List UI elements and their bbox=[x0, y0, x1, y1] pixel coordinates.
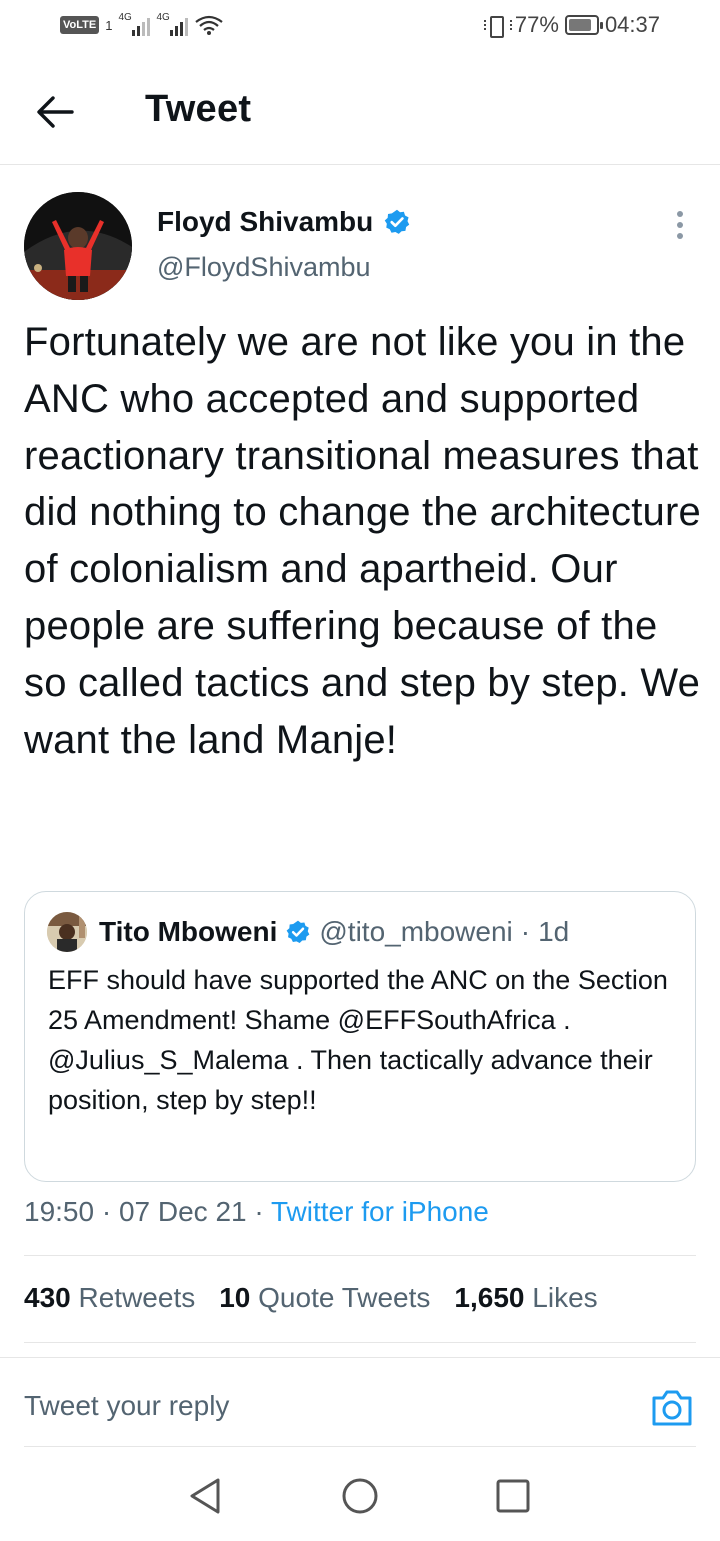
quoted-tweet-header: Tito Mboweni @tito_mboweni · 1d bbox=[47, 912, 569, 952]
nav-recents-button[interactable] bbox=[493, 1476, 533, 1516]
tweet-text: Fortunately we are not like you in the A… bbox=[24, 320, 701, 762]
camera-button[interactable] bbox=[650, 1388, 694, 1428]
tweet-source-link[interactable]: Twitter for iPhone bbox=[271, 1196, 489, 1227]
system-nav-bar bbox=[0, 1448, 720, 1541]
avatar-image bbox=[24, 192, 132, 300]
signal-icon: 4G bbox=[118, 12, 151, 36]
nav-recents-icon bbox=[496, 1479, 530, 1513]
quoted-author-avatar bbox=[47, 912, 87, 952]
divider bbox=[24, 1342, 696, 1343]
reply-input[interactable]: Tweet your reply bbox=[24, 1390, 229, 1422]
tweet-time: 19:50 bbox=[24, 1196, 95, 1227]
network-type-2: 4G bbox=[156, 12, 170, 23]
verified-badge-icon bbox=[385, 209, 410, 234]
separator-dot: · bbox=[101, 1196, 112, 1227]
nav-back-icon bbox=[190, 1478, 220, 1514]
verified-badge-icon bbox=[286, 920, 310, 944]
top-app-bar: Tweet bbox=[0, 54, 720, 165]
back-arrow-icon bbox=[37, 96, 74, 128]
quoted-author-handle: @tito_mboweni bbox=[319, 916, 513, 947]
quote-tweets-count: 10 bbox=[219, 1282, 251, 1313]
status-left: VoLTE 1 4G 4G bbox=[60, 12, 224, 36]
volte-icon: VoLTE bbox=[60, 16, 100, 34]
status-right: 77% 04:37 bbox=[483, 12, 660, 38]
divider bbox=[24, 1255, 696, 1256]
retweets-count: 430 bbox=[24, 1282, 71, 1313]
battery-icon bbox=[564, 15, 603, 35]
retweets-stat[interactable]: 430 Retweets bbox=[24, 1282, 195, 1314]
quoted-tweet-text: EFF should have supported the ANC on the… bbox=[48, 965, 668, 1115]
separator-dot: · bbox=[520, 916, 531, 947]
likes-stat[interactable]: 1,650 Likes bbox=[454, 1282, 597, 1314]
quoted-tweet-card[interactable]: Tito Mboweni @tito_mboweni · 1d EFF shou… bbox=[24, 891, 696, 1182]
author-name[interactable]: Floyd Shivambu bbox=[157, 206, 373, 238]
battery-percent: 77% bbox=[514, 12, 559, 37]
author-handle[interactable]: @FloydShivambu bbox=[157, 252, 371, 283]
quoted-tweet-age: 1d bbox=[538, 916, 570, 947]
vibrate-icon bbox=[483, 14, 512, 38]
quote-tweets-label: Quote Tweets bbox=[258, 1282, 431, 1313]
nav-home-icon bbox=[342, 1478, 378, 1514]
tweet-stats: 430 Retweets 10 Quote Tweets 1,650 Likes bbox=[24, 1282, 598, 1314]
camera-icon bbox=[652, 1390, 692, 1426]
quote-tweets-stat[interactable]: 10 Quote Tweets bbox=[219, 1282, 430, 1314]
quoted-author-name: Tito Mboweni bbox=[99, 916, 278, 947]
back-button[interactable] bbox=[30, 87, 80, 137]
more-options-icon[interactable] bbox=[664, 206, 696, 244]
separator-dot: · bbox=[254, 1196, 264, 1227]
retweets-label: Retweets bbox=[78, 1282, 196, 1313]
author-avatar[interactable] bbox=[24, 192, 132, 300]
page-title: Tweet bbox=[145, 88, 252, 130]
nav-back-button[interactable] bbox=[186, 1476, 226, 1516]
sim-number: 1 bbox=[105, 17, 113, 33]
network-type-1: 4G bbox=[118, 12, 132, 23]
tweet-meta: 19:50 · 07 Dec 21 · Twitter for iPhone bbox=[24, 1196, 489, 1228]
wifi-icon bbox=[195, 15, 224, 35]
tweet-date: 07 Dec 21 bbox=[118, 1196, 247, 1227]
nav-home-button[interactable] bbox=[340, 1476, 380, 1516]
status-bar: VoLTE 1 4G 4G 77% 04:37 bbox=[0, 0, 720, 54]
likes-label: Likes bbox=[532, 1282, 598, 1313]
signal-icon-2: 4G bbox=[156, 12, 189, 36]
clock: 04:37 bbox=[604, 12, 660, 37]
divider bbox=[0, 1357, 720, 1358]
reply-underline bbox=[24, 1446, 696, 1447]
author-name-row: Floyd Shivambu bbox=[157, 206, 411, 238]
likes-count: 1,650 bbox=[454, 1282, 525, 1313]
